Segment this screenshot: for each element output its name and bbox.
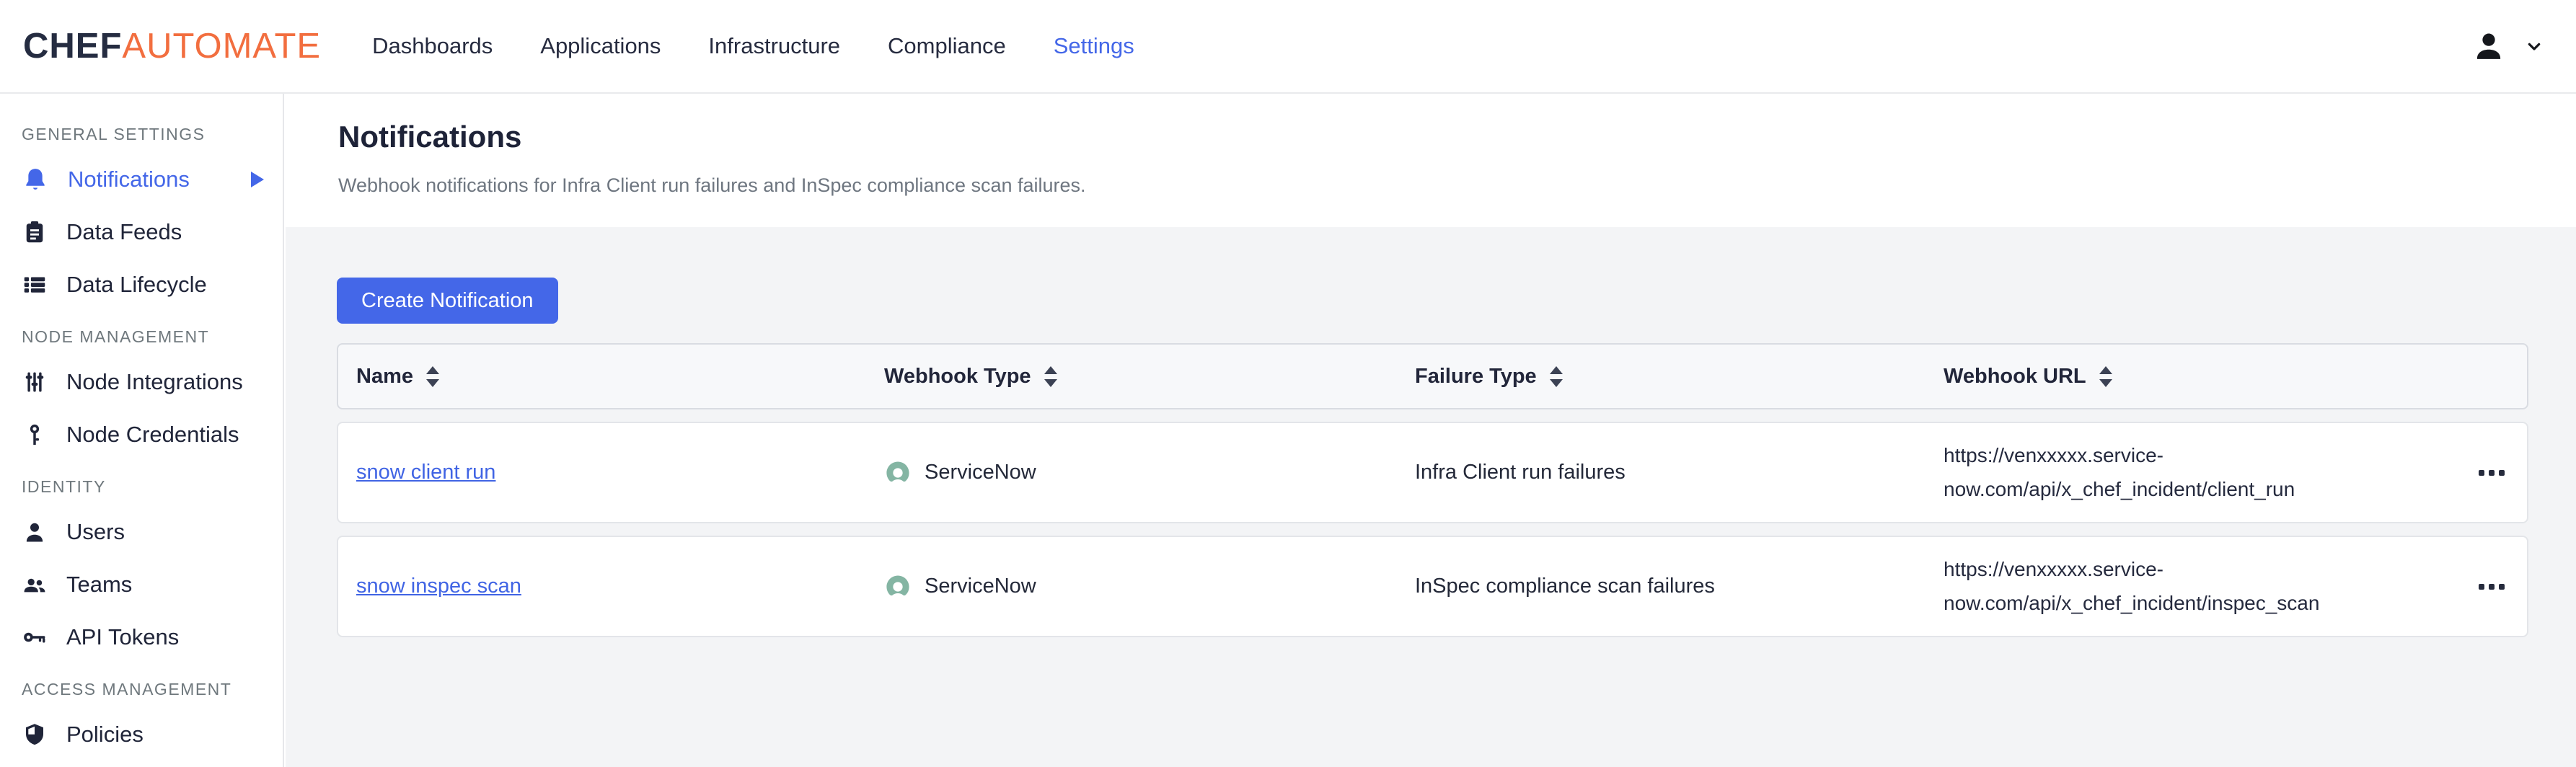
section-general-settings: GENERAL SETTINGS (22, 124, 283, 144)
sort-icon[interactable] (1044, 366, 1057, 387)
create-notification-button[interactable]: Create Notification (337, 278, 558, 324)
sidebar-item-label: Policies (66, 722, 144, 748)
notification-name-cell: snow inspec scan (356, 575, 884, 598)
sidebar-item-policies[interactable]: Policies (0, 708, 283, 761)
sort-icon[interactable] (2099, 366, 2112, 387)
sidebar-item-label: Data Lifecycle (66, 272, 207, 298)
table-row: snow inspec scan ServiceNow InSpec compl… (337, 536, 2528, 637)
column-header-failure-type[interactable]: Failure Type (1415, 365, 1944, 389)
section-node-management: NODE MANAGEMENT (22, 327, 283, 347)
sidebar-item-users[interactable]: Users (0, 505, 283, 558)
notification-link[interactable]: snow inspec scan (356, 575, 521, 598)
failure-type-cell: InSpec compliance scan failures (1415, 575, 1944, 598)
column-header-webhook-type[interactable]: Webhook Type (884, 365, 1415, 389)
sidebar-item-label: Teams (66, 572, 132, 598)
row-actions-menu-button[interactable] (2469, 574, 2515, 600)
user-icon (22, 519, 48, 545)
table-row: snow client run ServiceNow Infra Client … (337, 422, 2528, 523)
sort-icon[interactable] (426, 366, 439, 387)
user-profile-icon (2472, 30, 2505, 63)
nav-infrastructure[interactable]: Infrastructure (708, 33, 840, 59)
notification-name-cell: snow client run (356, 461, 884, 484)
logo-chef-text: CHEF (23, 26, 122, 66)
sort-icon[interactable] (1550, 366, 1563, 387)
sidebar-item-data-lifecycle[interactable]: Data Lifecycle (0, 258, 283, 311)
top-nav: CHEFAUTOMATE Dashboards Applications Inf… (0, 0, 2576, 94)
notifications-table-header: Name Webhook Type Failure Type Webhook U… (337, 343, 2528, 409)
sidebar-item-label: Node Integrations (66, 369, 243, 395)
sidebar-item-label: API Tokens (66, 624, 179, 650)
data-lifecycle-icon (22, 272, 48, 298)
webhook-type-label: ServiceNow (925, 575, 1036, 598)
sidebar-item-label: Node Credentials (66, 422, 239, 448)
notification-link[interactable]: snow client run (356, 461, 495, 484)
key-vertical-icon (22, 422, 48, 448)
servicenow-icon (884, 459, 912, 487)
sliders-icon (22, 369, 48, 395)
section-access-management: ACCESS MANAGEMENT (22, 679, 283, 699)
chef-automate-logo[interactable]: CHEFAUTOMATE (23, 26, 321, 66)
section-identity: IDENTITY (22, 476, 283, 497)
page-header: Notifications Webhook notifications for … (286, 94, 2576, 227)
ellipsis-icon (2479, 470, 2484, 476)
main-content: Notifications Webhook notifications for … (286, 94, 2576, 767)
webhook-type-cell: ServiceNow (884, 573, 1415, 600)
nav-settings[interactable]: Settings (1054, 33, 1134, 59)
key-icon (22, 624, 48, 650)
nav-compliance[interactable]: Compliance (888, 33, 1006, 59)
sidebar-item-node-integrations[interactable]: Node Integrations (0, 355, 283, 408)
nav-applications[interactable]: Applications (540, 33, 661, 59)
row-actions-menu-button[interactable] (2469, 460, 2515, 486)
sidebar-item-teams[interactable]: Teams (0, 558, 283, 611)
notifications-panel: Create Notification Name Webhook Type Fa… (286, 227, 2576, 637)
sidebar-item-node-credentials[interactable]: Node Credentials (0, 408, 283, 461)
page-subtitle: Webhook notifications for Infra Client r… (338, 174, 2576, 197)
bell-icon (22, 166, 49, 193)
clipboard-icon (22, 219, 48, 245)
column-header-webhook-url[interactable]: Webhook URL (1944, 365, 2448, 389)
active-item-arrow-icon (251, 172, 264, 187)
shield-icon (22, 722, 48, 748)
column-header-name[interactable]: Name (356, 365, 884, 389)
user-menu[interactable] (2472, 30, 2546, 63)
people-icon (22, 572, 48, 598)
sidebar-item-label: Notifications (68, 167, 190, 192)
settings-sidebar: GENERAL SETTINGS Notifications Data Feed… (0, 94, 284, 767)
sidebar-item-label: Data Feeds (66, 219, 182, 245)
page-title: Notifications (338, 120, 2576, 154)
failure-type-cell: Infra Client run failures (1415, 461, 1944, 484)
ellipsis-icon (2479, 584, 2484, 590)
sidebar-item-label: Users (66, 519, 125, 545)
chevron-down-icon (2523, 35, 2546, 58)
webhook-url-cell: https://venxxxxx.service- now.com/api/x_… (1944, 553, 2347, 619)
webhook-type-label: ServiceNow (925, 461, 1036, 484)
webhook-url-cell: https://venxxxxx.service- now.com/api/x_… (1944, 439, 2347, 505)
primary-nav: Dashboards Applications Infrastructure C… (372, 33, 1134, 59)
sidebar-item-api-tokens[interactable]: API Tokens (0, 611, 283, 663)
servicenow-icon (884, 573, 912, 600)
sidebar-item-data-feeds[interactable]: Data Feeds (0, 205, 283, 258)
sidebar-item-notifications[interactable]: Notifications (0, 153, 283, 205)
webhook-type-cell: ServiceNow (884, 459, 1415, 487)
logo-automate-text: AUTOMATE (122, 26, 321, 66)
nav-dashboards[interactable]: Dashboards (372, 33, 493, 59)
